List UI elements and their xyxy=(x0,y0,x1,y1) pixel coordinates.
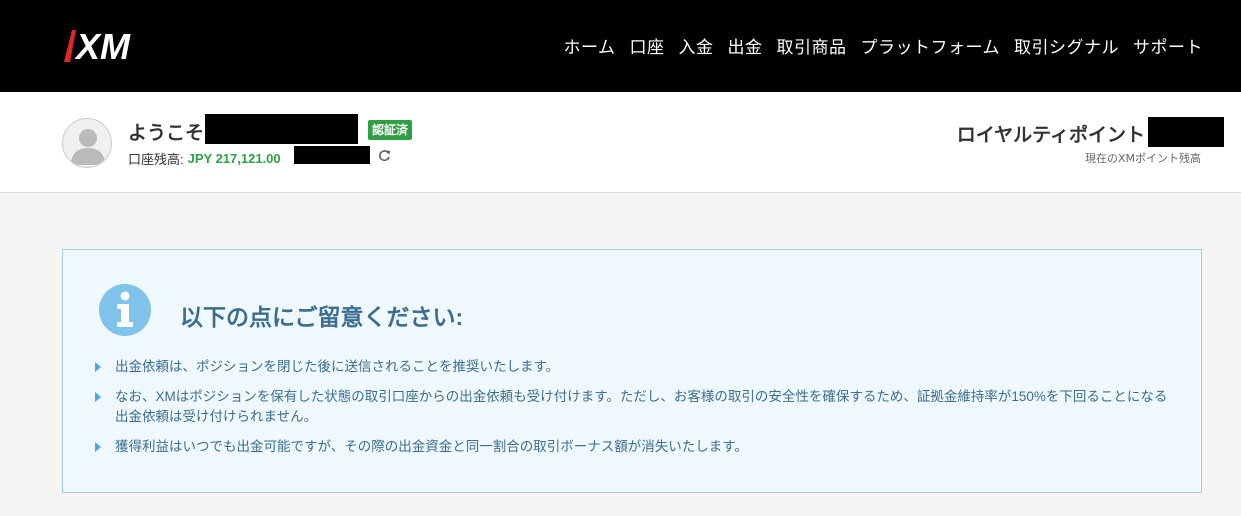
nav-item-home[interactable]: ホーム xyxy=(564,33,616,58)
logo-text: XM xyxy=(74,26,131,64)
verified-badge: 認証済 xyxy=(368,120,413,140)
loyalty-points-title: ロイヤルティポイント xyxy=(956,125,1145,146)
nav-item-withdrawal[interactable]: 出金 xyxy=(728,33,763,58)
main-nav: ホーム 口座 入金 出金 取引商品 プラットフォーム 取引シグナル サポート xyxy=(550,33,1204,58)
redacted-account-id xyxy=(294,146,370,164)
notice-box: 以下の点にご留意ください: 出金依頼は、ポジションを閉じた後に送信されることを推… xyxy=(62,249,1202,493)
loyalty-points-subtitle: 現在のXMポイント残高 xyxy=(1084,152,1201,165)
triangle-bullet-icon xyxy=(95,362,101,372)
triangle-bullet-icon xyxy=(95,392,101,402)
nav-item-platforms[interactable]: プラットフォーム xyxy=(861,33,1001,58)
nav-item-accounts[interactable]: 口座 xyxy=(630,33,665,58)
welcome-text: ようこそ xyxy=(128,123,205,144)
xm-logo[interactable]: XM xyxy=(62,26,152,64)
notice-item-text: なお、XMはポジションを保有した状態の取引口座からの出金依頼も受け付けます。ただ… xyxy=(115,389,1168,424)
notice-item-text: 獲得利益はいつでも出金可能ですが、その際の出金資金と同一割合の取引ボーナス額が消… xyxy=(115,439,748,454)
triangle-bullet-icon xyxy=(95,442,101,452)
nav-item-deposit[interactable]: 入金 xyxy=(679,33,714,58)
user-silhouette-icon xyxy=(71,129,105,165)
avatar xyxy=(62,118,112,168)
nav-item-support[interactable]: サポート xyxy=(1133,33,1203,58)
list-item: 出金依頼は、ポジションを閉じた後に送信されることを推奨いたします。 xyxy=(93,357,1173,377)
account-header: ようこそ 認証済 口座残高: JPY 217,121.00 ロイヤルティポイント… xyxy=(0,92,1241,193)
redacted-loyalty-points xyxy=(1148,117,1224,147)
list-item: なお、XMはポジションを保有した状態の取引口座からの出金依頼も受け付けます。ただ… xyxy=(93,387,1173,427)
notice-item-text: 出金依頼は、ポジションを閉じた後に送信されることを推奨いたします。 xyxy=(115,359,560,374)
balance-value: JPY 217,121.00 xyxy=(187,151,281,166)
top-navbar: XM ホーム 口座 入金 出金 取引商品 プラットフォーム 取引シグナル サポー… xyxy=(0,0,1241,92)
notice-list: 出金依頼は、ポジションを閉じた後に送信されることを推奨いたします。 なお、XMは… xyxy=(93,357,1173,467)
notice-title: 以下の点にご留意ください: xyxy=(180,304,464,330)
nav-item-signals[interactable]: 取引シグナル xyxy=(1014,33,1119,58)
balance-label: 口座残高: xyxy=(128,152,184,167)
list-item: 獲得利益はいつでも出金可能ですが、その際の出金資金と同一割合の取引ボーナス額が消… xyxy=(93,437,1173,457)
refresh-icon[interactable] xyxy=(378,149,391,162)
balance-row: 口座残高: JPY 217,121.00 xyxy=(128,149,281,168)
redacted-username xyxy=(205,114,358,144)
info-icon xyxy=(99,284,151,336)
nav-item-instruments[interactable]: 取引商品 xyxy=(777,33,847,58)
